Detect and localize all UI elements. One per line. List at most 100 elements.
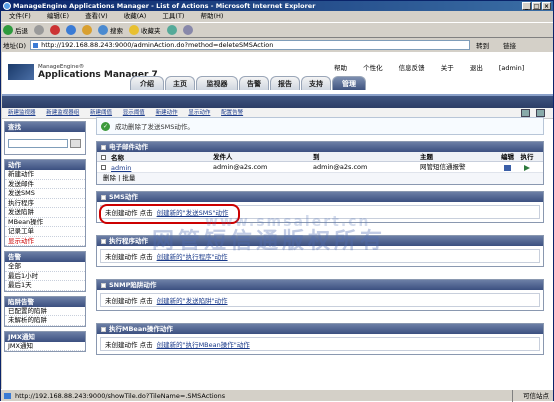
page-content: ManageEngine® Applications Manager 7 帮助 … (2, 52, 553, 389)
mbean-actions-panel: 执行MBean操作动作 未创建动作 点击 创建新的"执行MBean操作"动作 (96, 323, 544, 355)
personalize-link[interactable]: 个性化 (363, 64, 383, 72)
collapse-icon[interactable] (101, 144, 106, 150)
forward-icon[interactable] (34, 25, 44, 35)
action-name-link[interactable]: admin (111, 164, 131, 172)
alarms-title: 告警 (5, 252, 85, 262)
search-button[interactable]: 搜索 (98, 25, 123, 35)
subnav-configure-alarms[interactable]: 配置告警 (221, 110, 243, 116)
about-link[interactable]: 关于 (441, 64, 454, 72)
mail-icon[interactable] (182, 25, 193, 35)
col-subject: 主题 (420, 153, 433, 161)
sidebar-item-last-hour[interactable]: 最后1小时 (5, 272, 85, 281)
search-input[interactable] (8, 138, 68, 148)
execute-icon[interactable] (524, 165, 530, 171)
history-icon[interactable] (166, 25, 177, 35)
collapse-icon[interactable] (101, 282, 106, 288)
browser-window: ManageEngine Applications Manager - List… (0, 0, 554, 402)
app-header: ManageEngine® Applications Manager 7 帮助 … (2, 52, 553, 94)
trap-title: 陷阱告警 (5, 296, 85, 307)
tab-admin[interactable]: 管理 (332, 76, 366, 90)
back-arrow-icon (3, 25, 13, 35)
exec-empty-text: 未创建动作 点击 (105, 253, 153, 261)
menu-view[interactable]: 查看(V) (85, 12, 108, 20)
subnav-new-monitor-group[interactable]: 新建监视器组 (46, 110, 79, 116)
tab-support[interactable]: 支持 (301, 76, 331, 90)
sidebar-item-new-action[interactable]: 新建动作 (5, 170, 85, 180)
tab-alarms[interactable]: 告警 (239, 76, 269, 90)
export-icon[interactable] (536, 109, 545, 117)
menu-edit[interactable]: 编辑(E) (47, 12, 69, 20)
main-tabs: 介绍 主页 监视器 告警 报告 支持 管理 (130, 76, 366, 90)
links-button[interactable]: 链接 (503, 40, 516, 50)
sidebar-item-send-sms[interactable]: 发送SMS (5, 189, 85, 199)
menu-bar: 文件(F) 编辑(E) 查看(V) 收藏(A) 工具(T) 帮助(H) (1, 11, 553, 22)
menu-tools[interactable]: 工具(T) (162, 12, 184, 20)
collapse-icon[interactable] (101, 194, 106, 200)
refresh-icon[interactable] (66, 25, 76, 35)
menu-file[interactable]: 文件(F) (9, 12, 31, 20)
col-from: 发件人 (213, 153, 233, 161)
create-trap-action-link[interactable]: 创建新的"发送陷阱"动作 (157, 297, 228, 305)
tab-home[interactable]: 主页 (165, 76, 195, 90)
star-icon (129, 25, 139, 35)
sidebar-item-jmx[interactable]: JMX通知 (5, 342, 85, 351)
exec-panel-title: 执行程序动作 (109, 237, 148, 245)
tab-intro[interactable]: 介绍 (130, 76, 164, 90)
watermark-text: 网管短信通版权所有 (152, 229, 387, 254)
minimize-button[interactable]: _ (522, 2, 531, 10)
edit-icon[interactable] (504, 165, 511, 171)
subnav-show-action[interactable]: 显示动作 (188, 110, 210, 116)
go-button[interactable]: 转到 (476, 40, 489, 50)
sms-panel-title: SMS动作 (109, 193, 138, 201)
menu-help[interactable]: 帮助(H) (201, 12, 224, 20)
col-edit: 编辑 (501, 153, 514, 161)
sidebar-item-unresolved-traps[interactable]: 未解析的陷阱 (5, 316, 85, 326)
maximize-button[interactable]: □ (532, 2, 541, 10)
user-label: [admin] (498, 64, 525, 72)
close-button[interactable]: × (542, 2, 551, 10)
menu-favorites[interactable]: 收藏(A) (124, 12, 147, 20)
search-title: 查找 (5, 122, 85, 132)
help-link[interactable]: 帮助 (334, 64, 347, 72)
subnav-new-threshold[interactable]: 新建阈值 (90, 110, 112, 116)
sidebar-item-last-day[interactable]: 最后1天 (5, 281, 85, 291)
nav-strip (2, 94, 553, 108)
home-icon[interactable] (82, 25, 92, 35)
logout-link[interactable]: 退出 (470, 64, 483, 72)
collapse-icon[interactable] (101, 238, 106, 244)
actions-box: 动作 新建动作 发送邮件 发送SMS 执行程序 发送陷阱 MBean操作 记录工… (4, 159, 86, 247)
search-label: 搜索 (110, 27, 123, 35)
collapse-icon[interactable] (101, 326, 106, 332)
subnav-show-threshold[interactable]: 显示阈值 (123, 110, 145, 116)
table-footer[interactable]: 删除 | 批量 (97, 173, 543, 184)
print-icon[interactable] (521, 109, 530, 117)
stop-icon[interactable] (50, 25, 60, 35)
sidebar-item-configured-traps[interactable]: 已配置的陷阱 (5, 307, 85, 316)
subnav-new-monitor[interactable]: 新建监视器 (8, 110, 36, 116)
table-header: 名称 发件人 到 主题 编辑 执行 (97, 152, 543, 162)
tab-reports[interactable]: 报告 (270, 76, 300, 90)
trap-actions-panel: SNMP陷阱动作 未创建动作 点击 创建新的"发送陷阱"动作 (96, 279, 544, 311)
select-all-checkbox[interactable] (101, 155, 106, 160)
favorites-button[interactable]: 收藏夹 (129, 25, 161, 35)
row-checkbox[interactable] (101, 165, 106, 170)
page-icon (4, 393, 11, 399)
back-button[interactable]: 后退 (3, 25, 28, 35)
sidebar-item-send-trap[interactable]: 发送陷阱 (5, 208, 85, 218)
sidebar-item-send-email[interactable]: 发送邮件 (5, 180, 85, 189)
search-go-button[interactable] (70, 138, 81, 148)
cell-subject: 网管短信通报警 (420, 163, 466, 171)
cell-from: admin@a2s.com (213, 163, 268, 171)
sidebar-item-show-actions[interactable]: 显示动作 (5, 237, 85, 246)
check-icon: ✓ (101, 121, 110, 131)
sidebar-item-mbean[interactable]: MBean操作 (5, 218, 85, 227)
sidebar-item-all[interactable]: 全部 (5, 262, 85, 272)
create-mbean-action-link[interactable]: 创建新的"执行MBean操作"动作 (157, 341, 250, 349)
sidebar-item-log-ticket[interactable]: 记录工单 (5, 227, 85, 237)
subnav-new-action[interactable]: 新建动作 (156, 110, 178, 116)
tab-monitors[interactable]: 监视器 (196, 76, 238, 90)
feedback-link[interactable]: 信息反馈 (399, 64, 425, 72)
cell-to: admin@a2s.com (313, 163, 368, 171)
url-input[interactable]: http://192.168.88.243:9000/adminAction.d… (30, 39, 471, 50)
sidebar-item-exec-program[interactable]: 执行程序 (5, 199, 85, 208)
